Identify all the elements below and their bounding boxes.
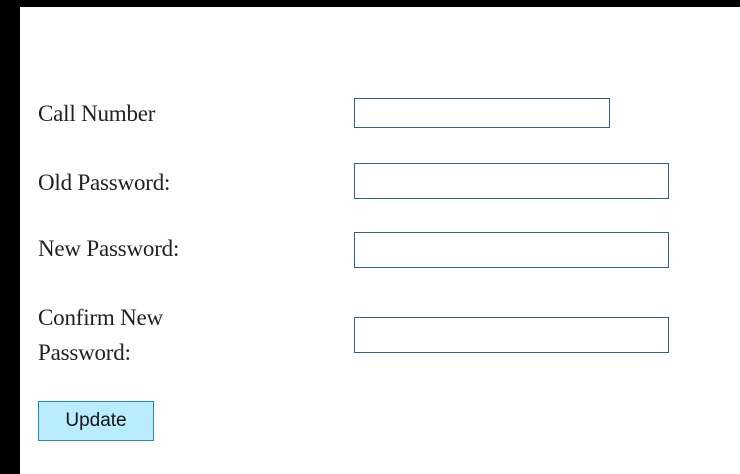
update-button[interactable]: Update <box>38 401 154 441</box>
new-password-input[interactable] <box>354 232 669 268</box>
call-number-input[interactable] <box>354 98 610 128</box>
old-password-input[interactable] <box>354 163 669 199</box>
old-password-label: Old Password: <box>38 170 171 195</box>
confirm-password-label-line-1: Confirm New <box>38 305 163 330</box>
call-number-label: Call Number <box>38 101 156 126</box>
new-password-label: New Password: <box>38 236 180 261</box>
confirm-password-label-line-2: Password: <box>38 340 131 365</box>
confirm-password-input[interactable] <box>354 317 669 353</box>
